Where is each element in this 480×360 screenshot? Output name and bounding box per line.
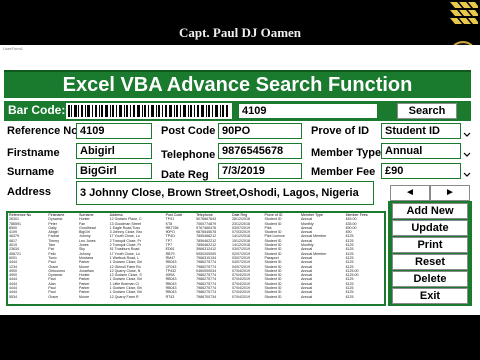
table-cell: 5534 <box>9 294 17 299</box>
table-cell: Grace <box>48 294 59 299</box>
member-type-label: Member Type <box>311 147 382 159</box>
records-table: Reference No Firstname Surname Address Post … <box>8 213 384 299</box>
previous-icon: ◄ <box>405 187 415 198</box>
address-input[interactable]: 3 Johnny Close, Brown Street,Oshodi, Lag… <box>76 181 374 205</box>
member-fee-label: Member Fee <box>311 166 376 178</box>
next-record-button[interactable]: ► <box>430 185 470 201</box>
window-label: UserForm1 <box>3 46 24 51</box>
table-body: 26301 Dynamic Hunter 12 Godsen Place, C TP41… <box>8 217 384 299</box>
barcode-label: Bar Code: <box>8 103 66 117</box>
member-type-select[interactable]: Annual <box>381 143 461 159</box>
print-button[interactable]: Print <box>392 237 468 253</box>
table-cell: 07/04/2019 <box>231 294 250 299</box>
bottom-letterbox <box>0 315 480 360</box>
member-fee-select[interactable]: £90 <box>381 163 461 179</box>
barcode-image <box>66 103 232 119</box>
table-cell: 12 Quarry Farm R <box>109 294 139 299</box>
date-reg-input[interactable]: 7/3/2019 <box>218 163 302 179</box>
date-reg-label: Date Reg <box>161 169 209 181</box>
chevron-down-icon[interactable] <box>463 125 471 137</box>
next-icon: ► <box>445 187 455 198</box>
table-row[interactable]: 5534 Grace Moore 12 Quarry Farm R RT43 798670… <box>8 295 384 299</box>
table-cell: £125 <box>345 294 354 299</box>
reset-button[interactable]: Reset <box>392 254 468 270</box>
telephone-label: Telephone <box>161 149 216 161</box>
chevron-down-icon[interactable] <box>463 165 471 177</box>
exit-button[interactable]: Exit <box>392 288 468 304</box>
table-cell: Moore <box>78 294 90 299</box>
firstname-label: Firstname <box>7 147 60 159</box>
reference-no-label: Reference No <box>7 125 78 137</box>
post-code-input[interactable]: 90PO <box>218 123 302 139</box>
surname-input[interactable]: BigGirl <box>76 163 152 179</box>
barcode-input[interactable]: 4109 <box>238 103 378 119</box>
records-listbox[interactable]: Reference No Firstname Surname Address Post … <box>6 211 386 306</box>
prove-of-id-select[interactable]: Student ID <box>381 123 461 139</box>
app-title: Excel VBA Advance Search Function <box>4 72 471 98</box>
add-new-button[interactable]: Add New <box>392 203 468 219</box>
firstname-input[interactable]: Abigirl <box>76 143 152 159</box>
telephone-input[interactable]: 9876545678 <box>218 143 302 159</box>
channel-credit: Capt. Paul DJ Oamen <box>178 25 302 40</box>
chevron-down-icon[interactable] <box>463 145 471 157</box>
table-cell: RT43 <box>165 294 175 299</box>
table-cell: 7986700734 <box>196 294 217 299</box>
prove-of-id-label: Prove of ID <box>311 125 370 137</box>
post-code-label: Post Code <box>161 125 216 137</box>
address-label: Address <box>7 186 52 198</box>
table-cell: Annual <box>300 294 313 299</box>
search-button[interactable]: Search <box>397 103 457 119</box>
previous-record-button[interactable]: ◄ <box>390 185 430 201</box>
reference-no-input[interactable]: 4109 <box>76 123 152 139</box>
delete-button[interactable]: Delete <box>392 271 468 287</box>
update-button[interactable]: Update <box>392 220 468 236</box>
surname-label: Surname <box>7 166 55 178</box>
table-cell: Student ID <box>264 294 282 299</box>
